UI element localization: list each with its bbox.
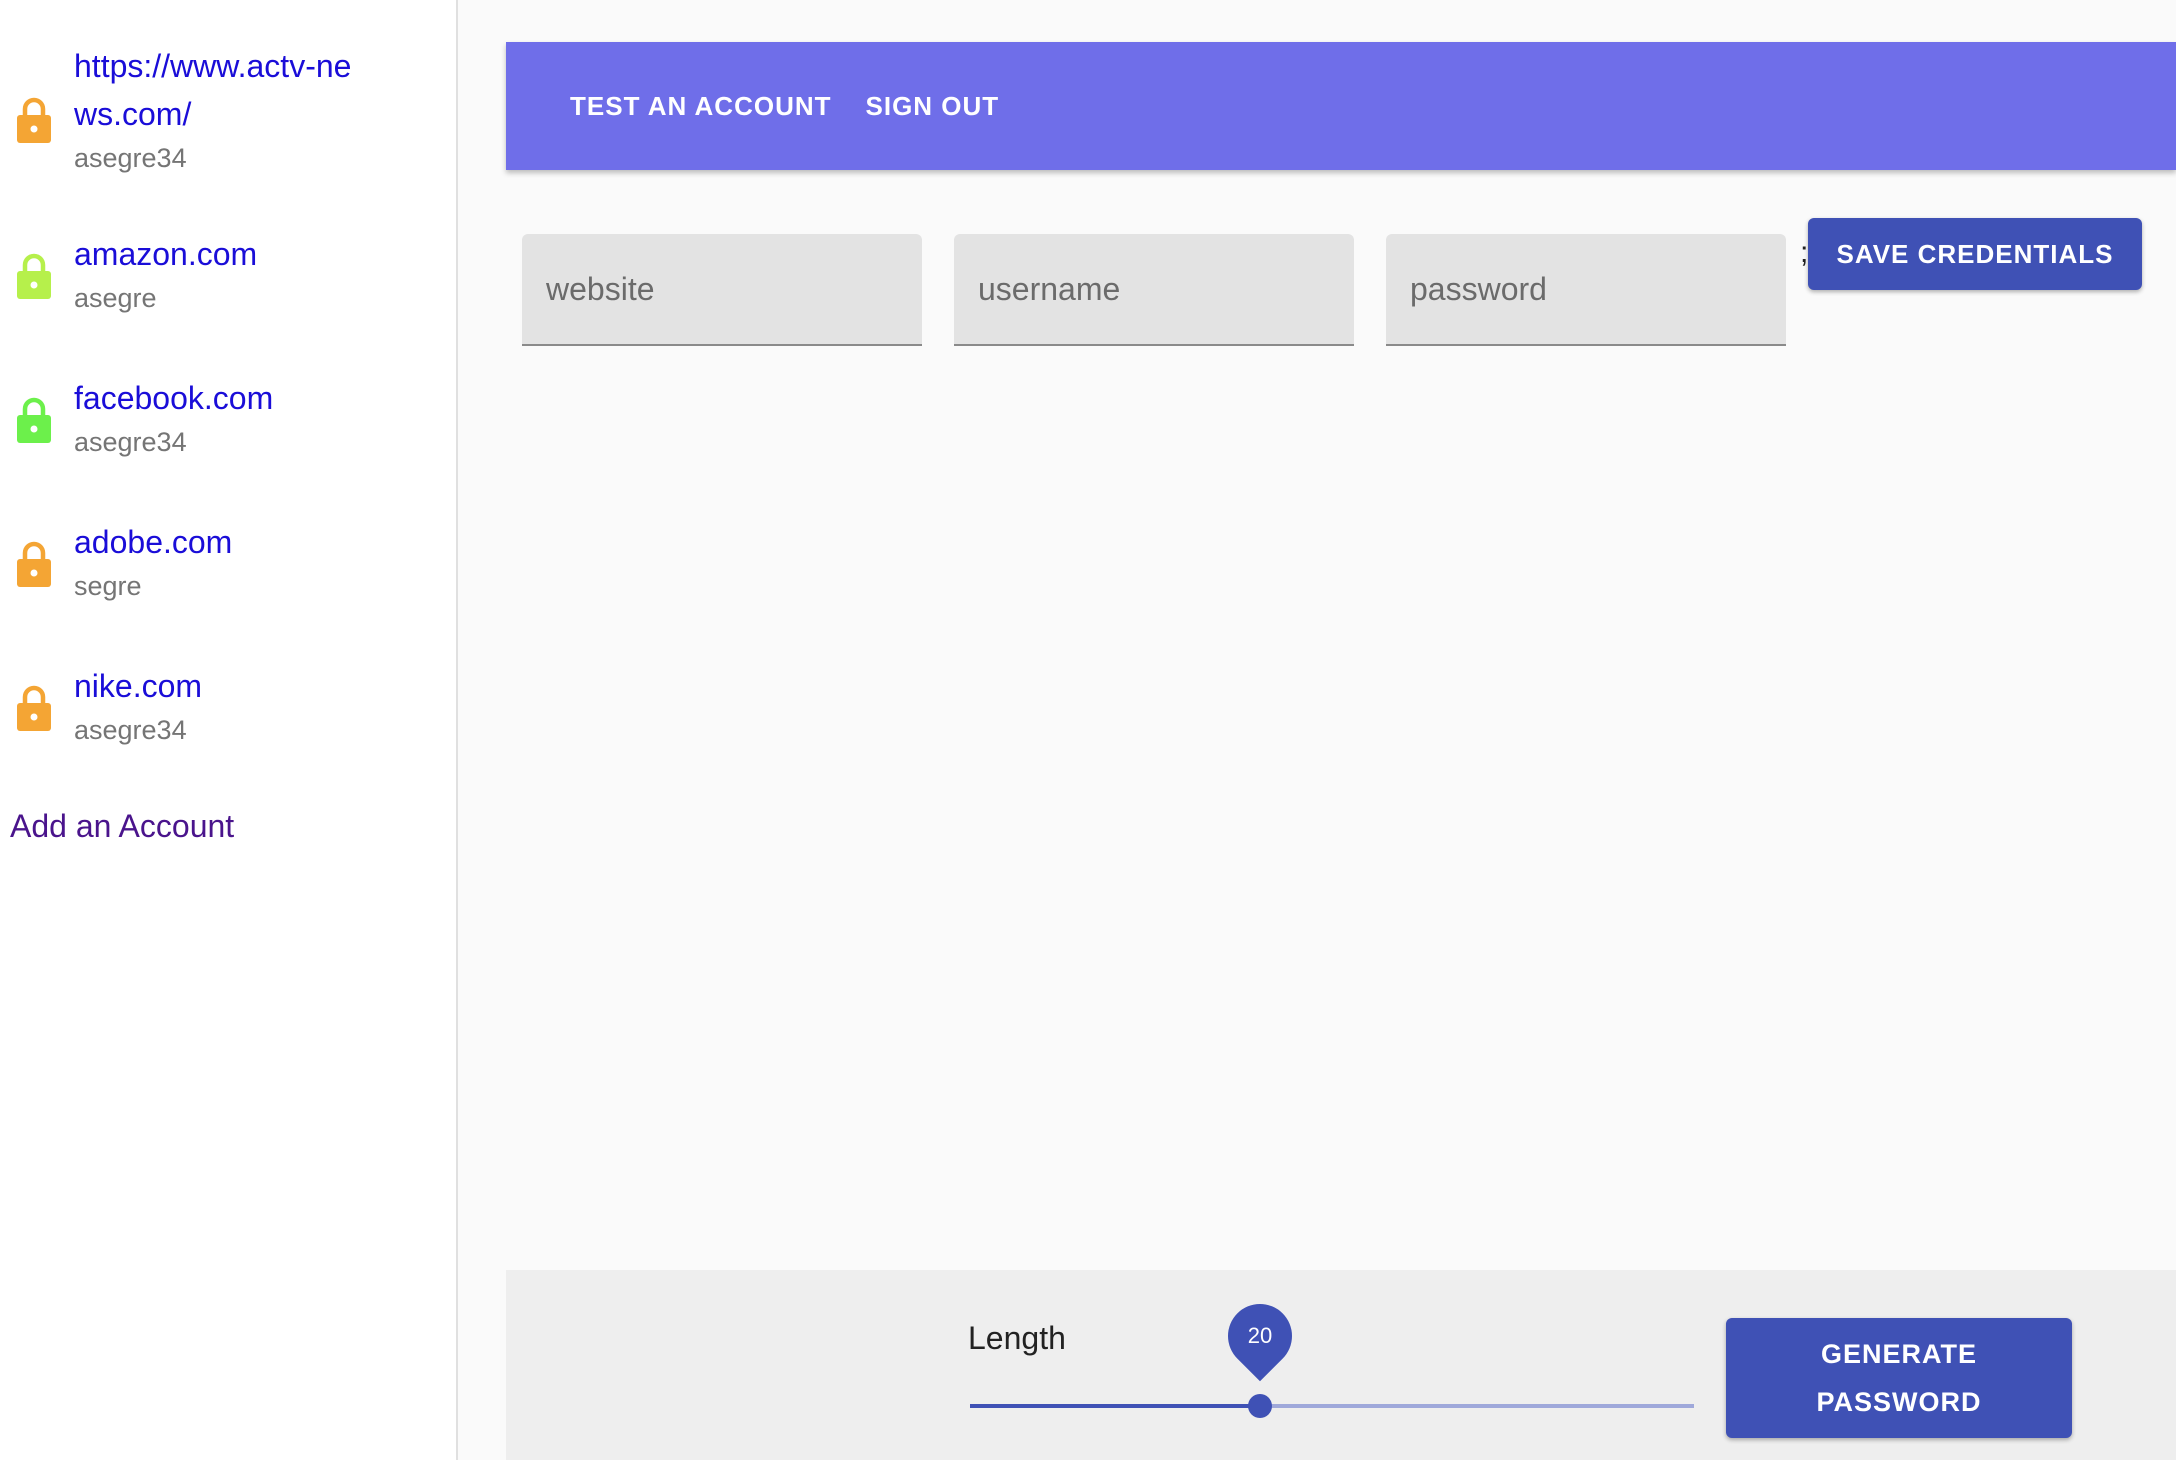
account-item-actv-news[interactable]: https://www.actv-news.com/ asegre34 [0, 40, 456, 180]
lock-icon [15, 540, 53, 588]
password-field [1386, 234, 1786, 346]
save-credentials-button[interactable]: SAVE CREDENTIALS [1808, 218, 2142, 290]
add-account-link[interactable]: Add an Account [10, 802, 234, 850]
account-site-link[interactable]: nike.com [74, 662, 202, 710]
account-text: adobe.com segre [74, 518, 232, 606]
account-text: https://www.actv-news.com/ asegre34 [74, 42, 374, 178]
length-label: Length [968, 1320, 1066, 1356]
length-slider[interactable]: 20 [970, 1290, 1694, 1418]
account-item-amazon[interactable]: amazon.com asegre [0, 230, 456, 330]
account-item-nike[interactable]: nike.com asegre34 [0, 662, 456, 762]
sidebar: https://www.actv-news.com/ asegre34 amaz… [0, 0, 458, 1460]
sign-out-button[interactable]: SIGN OUT [866, 91, 1000, 122]
lock-icon [15, 96, 53, 144]
account-text: nike.com asegre34 [74, 662, 202, 750]
account-site-link[interactable]: amazon.com [74, 230, 257, 278]
slider-fill [970, 1404, 1260, 1408]
account-username: segre [74, 571, 142, 601]
password-input[interactable] [1386, 234, 1786, 344]
account-site-link[interactable]: adobe.com [74, 518, 232, 566]
account-site-link[interactable]: https://www.actv-news.com/ [74, 42, 374, 138]
account-username: asegre [74, 283, 157, 313]
username-input[interactable] [954, 234, 1354, 344]
slider-thumb[interactable] [1247, 1394, 1272, 1418]
account-site-link[interactable]: facebook.com [74, 374, 273, 422]
account-username: asegre34 [74, 427, 187, 457]
account-username: asegre34 [74, 143, 187, 173]
app-root: https://www.actv-news.com/ asegre34 amaz… [0, 0, 2176, 1460]
lock-icon [15, 252, 53, 300]
account-item-adobe[interactable]: adobe.com segre [0, 518, 456, 618]
slider-value: 20 [1247, 1323, 1272, 1348]
password-generator-panel: Length 20 GENERATE PASSWORD [506, 1270, 2176, 1460]
website-input[interactable] [522, 234, 922, 344]
top-app-bar: TEST AN ACCOUNT SIGN OUT [506, 42, 2176, 170]
test-account-button[interactable]: TEST AN ACCOUNT [570, 91, 832, 122]
website-field [522, 234, 922, 346]
username-field [954, 234, 1354, 346]
account-item-facebook[interactable]: facebook.com asegre34 [0, 374, 456, 474]
lock-icon [15, 684, 53, 732]
account-username: asegre34 [74, 715, 187, 745]
generate-password-button[interactable]: GENERATE PASSWORD [1726, 1318, 2072, 1438]
slider-value-bubble: 20 [1214, 1290, 1305, 1382]
account-text: amazon.com asegre [74, 230, 257, 318]
account-text: facebook.com asegre34 [74, 374, 273, 462]
lock-icon [15, 396, 53, 444]
